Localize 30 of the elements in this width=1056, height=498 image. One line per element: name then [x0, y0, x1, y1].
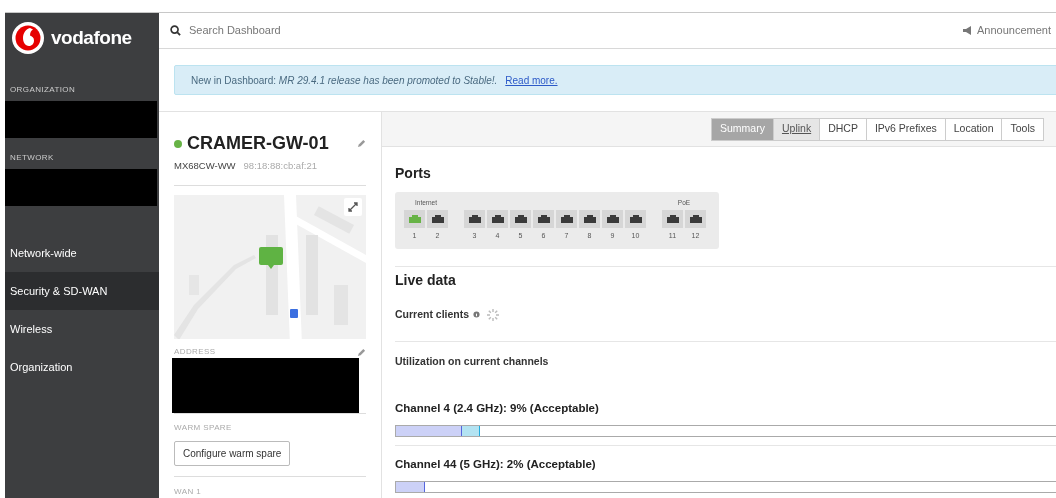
sidebar-item[interactable]: Network-wide [5, 234, 159, 272]
section-label: WARM SPARE [174, 422, 233, 434]
banner-text: New in Dashboard: MR 29.4.1 release has been promoted to Stable!. [191, 73, 498, 88]
tab[interactable]: Uplink [772, 117, 821, 141]
tab[interactable]: Location [944, 117, 1003, 141]
sidebar-item[interactable]: Organization [5, 348, 159, 386]
read-more-link[interactable]: Read more. [505, 72, 558, 88]
tab[interactable]: Tools [1001, 117, 1044, 141]
configure-warm-spare-button[interactable]: Configure warm spare [174, 441, 291, 466]
section-label: ORGANIZATION [9, 84, 77, 96]
channel-label: Channel 4 (2.4 GHz): 9% (Acceptable) [395, 400, 600, 416]
channel-label: Channel 44 (5 GHz): 2% (Acceptable) [395, 456, 597, 472]
section-label: ADDRESS [174, 346, 216, 359]
announcements-label: Announcement [977, 23, 1051, 39]
current-clients-label: Current clients [395, 307, 470, 322]
section-label: WAN 1 [174, 486, 203, 498]
mac-address: 98:18:88:cb:af:21 [243, 159, 317, 173]
sidebar-item[interactable]: Wireless [5, 310, 159, 348]
utilization-title: Utilization on current channels [395, 353, 550, 369]
search-field[interactable]: Search Dashboard [189, 22, 439, 39]
tab[interactable]: DHCP [819, 117, 867, 141]
brand-name: vodafone [51, 25, 132, 50]
section-title: Ports [395, 164, 432, 183]
sidebar-item[interactable]: Security & SD-WAN [5, 272, 159, 310]
section-title: Live data [395, 271, 457, 290]
tab[interactable]: IPv6 Prefixes [865, 117, 946, 141]
device-name: CRAMER-GW-01 [187, 132, 329, 155]
device-model: MX68CW-WW [174, 159, 236, 173]
announcements-link[interactable]: Announcement [962, 22, 1051, 39]
section-label: NETWORK [9, 152, 55, 164]
